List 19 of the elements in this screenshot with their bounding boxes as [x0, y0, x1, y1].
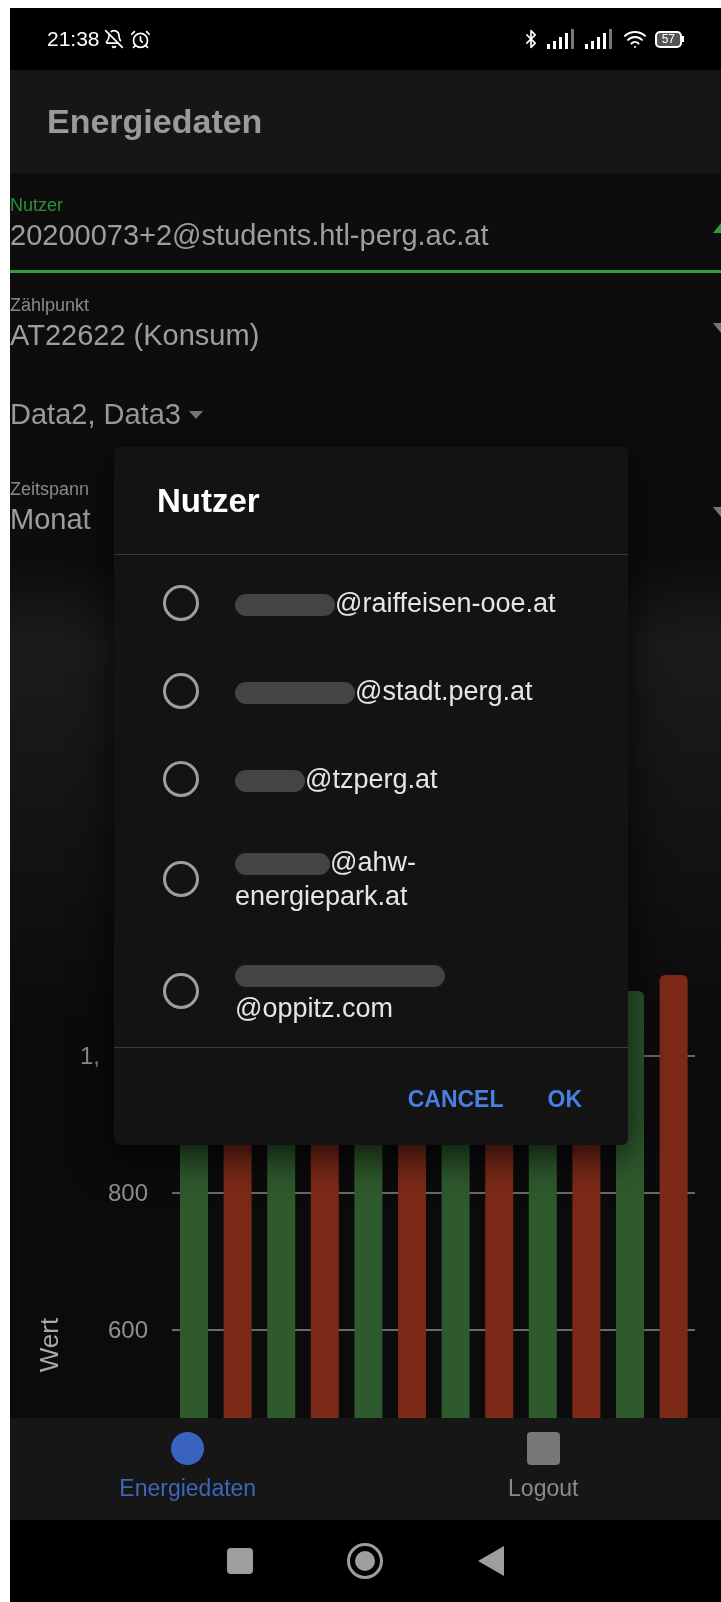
tick-label: 800 — [108, 1179, 149, 1206]
axis-title: Wert — [34, 1317, 64, 1373]
field-value: Monat — [10, 502, 91, 537]
email-address: @stadt.perg.at — [355, 676, 533, 706]
field-value: AT22622 (Konsum) — [10, 318, 260, 353]
field-value: 20200073+2@students.htl-perg.ac.at — [10, 218, 489, 253]
clock: 21:38 — [47, 26, 100, 53]
email-address: @raiffeisen-ooe.at — [335, 588, 556, 618]
email-address: @tzperg.at — [305, 764, 438, 794]
app-title: Energiedaten — [47, 101, 263, 142]
tick-label: 600 — [108, 1316, 149, 1343]
field-label: Nutzer — [10, 195, 63, 215]
email-address: @ahw-energiepark.at — [235, 847, 416, 911]
field-label: Zählpunkt — [10, 295, 90, 315]
email-address: @oppitz.com — [235, 993, 393, 1023]
tick-label: 1, — [80, 1042, 100, 1069]
battery-indicator: 57 — [654, 30, 684, 48]
dialog-title: Nutzer — [157, 480, 260, 521]
field-label: Zeitspann — [10, 479, 90, 499]
